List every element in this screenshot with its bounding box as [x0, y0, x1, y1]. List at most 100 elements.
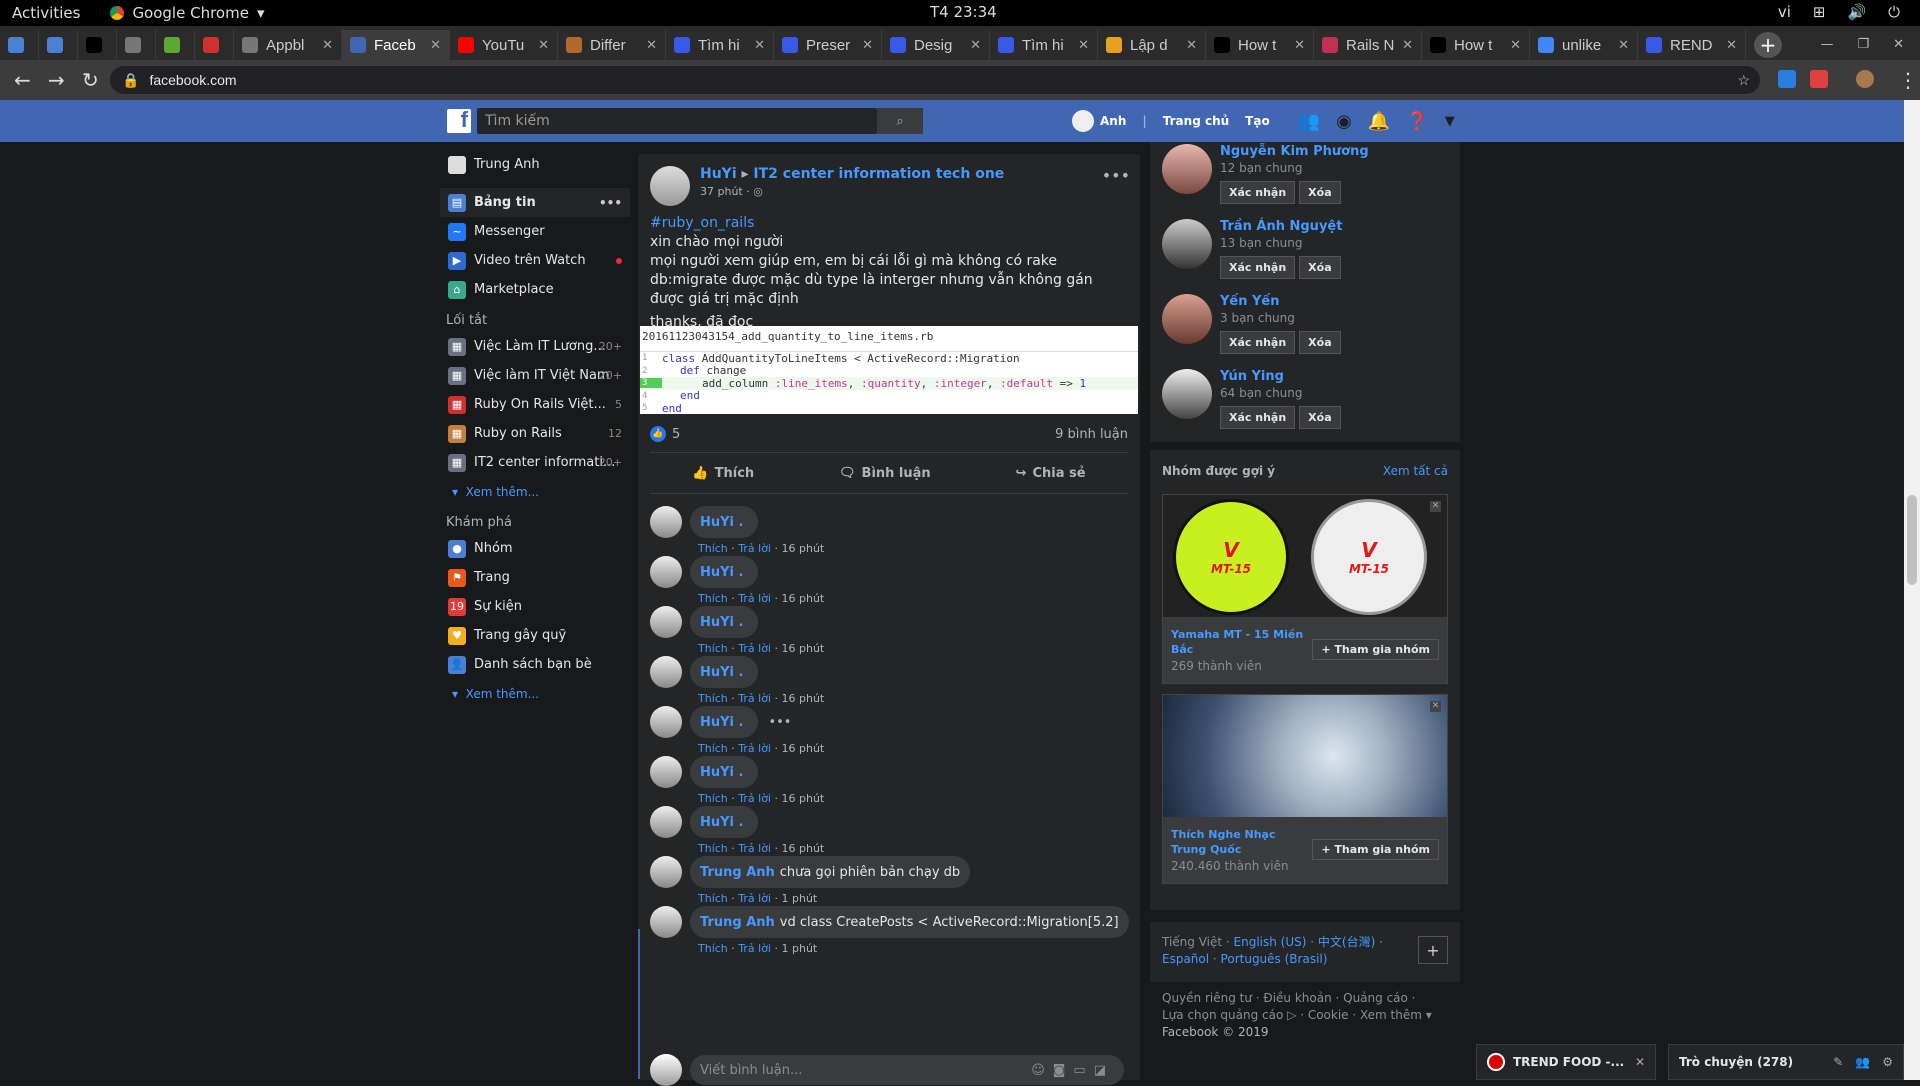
commenter-name[interactable]: Trung Anh	[700, 915, 775, 930]
address-input[interactable]: 🔒 facebook.com ☆	[110, 66, 1760, 94]
lock-icon[interactable]: 🔒	[122, 72, 139, 89]
comment-like-link[interactable]: Thích	[698, 842, 728, 855]
close-tab-icon[interactable]: ✕	[1186, 37, 1197, 53]
language-link[interactable]: Português (Brasil)	[1221, 952, 1328, 966]
commenter-avatar[interactable]	[650, 606, 682, 638]
home-link[interactable]: Trang chủ	[1163, 114, 1229, 128]
explore-item[interactable]: 19Sự kiện	[440, 592, 630, 621]
code-snippet-image[interactable]: 20161123043154_add_quantity_to_line_item…	[640, 326, 1138, 414]
comment-time[interactable]: 16 phút	[782, 592, 825, 605]
commenter-avatar[interactable]	[650, 806, 682, 838]
comment-reply-link[interactable]: Trả lời	[738, 642, 771, 655]
comment-reply-link[interactable]: Trả lời	[738, 792, 771, 805]
comment-time[interactable]: 16 phút	[782, 542, 825, 555]
commenter-avatar[interactable]	[650, 856, 682, 888]
language-indicator[interactable]: vi	[1778, 3, 1791, 21]
comment-reply-link[interactable]: Trả lời	[738, 742, 771, 755]
mutual-friends[interactable]: 13 bạn chung	[1220, 236, 1342, 250]
see-all-groups-link[interactable]: Xem tất cả	[1383, 464, 1448, 478]
browser-tab[interactable]	[0, 30, 39, 60]
browser-tab[interactable]: Appbl✕	[234, 30, 342, 60]
footer-links[interactable]: Lựa chọn quảng cáo ▷ · Cookie · Xem thêm…	[1162, 1007, 1460, 1024]
browser-tab[interactable]	[78, 30, 117, 60]
comment-time[interactable]: 16 phút	[782, 692, 825, 705]
like-reaction-icon[interactable]: 👍	[650, 426, 666, 442]
close-icon[interactable]: ✕	[1635, 1055, 1645, 1069]
see-more-shortcuts[interactable]: ▾ Xem thêm...	[440, 477, 630, 506]
comment-time[interactable]: 16 phút	[782, 742, 825, 755]
sidebar-item-marketplace[interactable]: ⌂ Marketplace	[440, 275, 630, 304]
footer-links[interactable]: Quyền riêng tư · Điều khoản · Quảng cáo …	[1162, 990, 1460, 1007]
sidebar-item-news-feed[interactable]: ▤ Bảng tin •••	[440, 188, 630, 217]
friend-name[interactable]: Nguyễn Kim Phương	[1220, 144, 1369, 159]
sticker-icon[interactable]: ◪	[1094, 1063, 1114, 1078]
browser-tab[interactable]: Differ✕	[558, 30, 666, 60]
friend-name[interactable]: Trần Ánh Nguyệt	[1220, 219, 1342, 234]
browser-tab[interactable]: How t✕	[1206, 30, 1314, 60]
join-group-button[interactable]: + Tham gia nhóm	[1312, 839, 1439, 860]
comment-like-link[interactable]: Thích	[698, 742, 728, 755]
author-name[interactable]: HuYi	[700, 166, 737, 182]
comment-button[interactable]: 🗨Bình luận	[839, 466, 931, 481]
commenter-name[interactable]: Trung Anh	[700, 865, 775, 880]
comment-time[interactable]: 16 phút	[782, 792, 825, 805]
like-button[interactable]: 👍Thích	[692, 466, 754, 481]
comment-input[interactable]: Viết bình luận... ☺◙▭◪	[690, 1055, 1124, 1085]
volume-icon[interactable]: 🔊	[1847, 3, 1866, 21]
group-name[interactable]: Thích Nghe Nhạc Trung Quốc	[1171, 827, 1311, 857]
chat-sidebar-toggle[interactable]: Trò chuyện (278) ✎ 👥 ⚙	[1668, 1044, 1904, 1080]
comment-like-link[interactable]: Thích	[698, 792, 728, 805]
close-tab-icon[interactable]: ✕	[970, 37, 981, 53]
shortcut-item[interactable]: ▦Việc Làm IT Lương...20+	[440, 332, 630, 361]
close-tab-icon[interactable]: ✕	[538, 37, 549, 53]
group-card[interactable]: ✕ Thích Nghe Nhạc Trung Quốc 240.460 thà…	[1162, 694, 1448, 884]
minimize-icon[interactable]: —	[1820, 37, 1833, 52]
browser-tab[interactable]: Rails N✕	[1314, 30, 1422, 60]
account-menu-icon[interactable]: ▼	[1445, 114, 1455, 132]
shortcut-item[interactable]: ▦Việc làm IT Việt Nam20+	[440, 361, 630, 390]
facebook-logo[interactable]: f	[447, 109, 471, 133]
friend-name[interactable]: Yún Ying	[1220, 369, 1341, 384]
shortcut-item[interactable]: ▦IT2 center informati...20+	[440, 448, 630, 477]
comment-like-link[interactable]: Thích	[698, 592, 728, 605]
commenter-name[interactable]: HuYi .	[700, 815, 743, 830]
friend-avatar[interactable]	[1162, 219, 1212, 269]
comment-reply-link[interactable]: Trả lời	[738, 842, 771, 855]
network-icon[interactable]: ⊞	[1813, 3, 1826, 21]
messenger-icon[interactable]: ◉	[1336, 111, 1352, 132]
browser-tab[interactable]: How t✕	[1422, 30, 1530, 60]
browser-tab[interactable]: Desig✕	[882, 30, 990, 60]
close-window-icon[interactable]: ✕	[1893, 37, 1904, 52]
commenter-name[interactable]: HuYi .	[700, 615, 743, 630]
profile-avatar[interactable]	[1856, 70, 1874, 88]
language-link[interactable]: 中文(台灣)	[1318, 935, 1375, 949]
browser-tab[interactable]	[117, 30, 156, 60]
extension-icon[interactable]	[1810, 70, 1828, 88]
comment-like-link[interactable]: Thích	[698, 642, 728, 655]
mutual-friends[interactable]: 12 bạn chung	[1220, 161, 1369, 175]
group-name[interactable]: Yamaha MT - 15 Miền Bắc	[1171, 627, 1311, 657]
commenter-avatar[interactable]	[650, 906, 682, 938]
hashtag-link[interactable]: #ruby_on_rails	[650, 214, 1130, 233]
language-link[interactable]: Español	[1162, 952, 1209, 966]
commenter-avatar[interactable]	[650, 756, 682, 788]
maximize-icon[interactable]: ❐	[1857, 37, 1869, 52]
notifications-icon[interactable]: 🔔	[1368, 111, 1390, 132]
commenter-avatar[interactable]	[650, 706, 682, 738]
language-link[interactable]: English (US)	[1234, 935, 1307, 949]
comment-time[interactable]: 16 phút	[782, 642, 825, 655]
close-tab-icon[interactable]: ✕	[1078, 37, 1089, 53]
comment-time[interactable]: 1 phút	[782, 892, 818, 905]
back-icon[interactable]: ←	[14, 68, 34, 92]
more-options-icon[interactable]: •••	[599, 196, 622, 210]
browser-tab[interactable]: YouTu✕	[450, 30, 558, 60]
group-card[interactable]: VMT-15 VMT-15 ✕ Yamaha MT - 15 Miền Bắc …	[1162, 494, 1448, 684]
mutual-friends[interactable]: 3 bạn chung	[1220, 311, 1341, 325]
close-icon[interactable]: ✕	[1430, 701, 1441, 712]
reload-icon[interactable]: ↻	[82, 68, 102, 92]
app-menu[interactable]: Google Chrome ▾	[110, 4, 264, 22]
explore-item[interactable]: 👤Danh sách bạn bè	[440, 650, 630, 679]
add-language-button[interactable]: +	[1418, 936, 1448, 964]
comment-count[interactable]: 9 bình luận	[1055, 427, 1128, 442]
search-icon[interactable]: ⌕	[877, 108, 923, 134]
